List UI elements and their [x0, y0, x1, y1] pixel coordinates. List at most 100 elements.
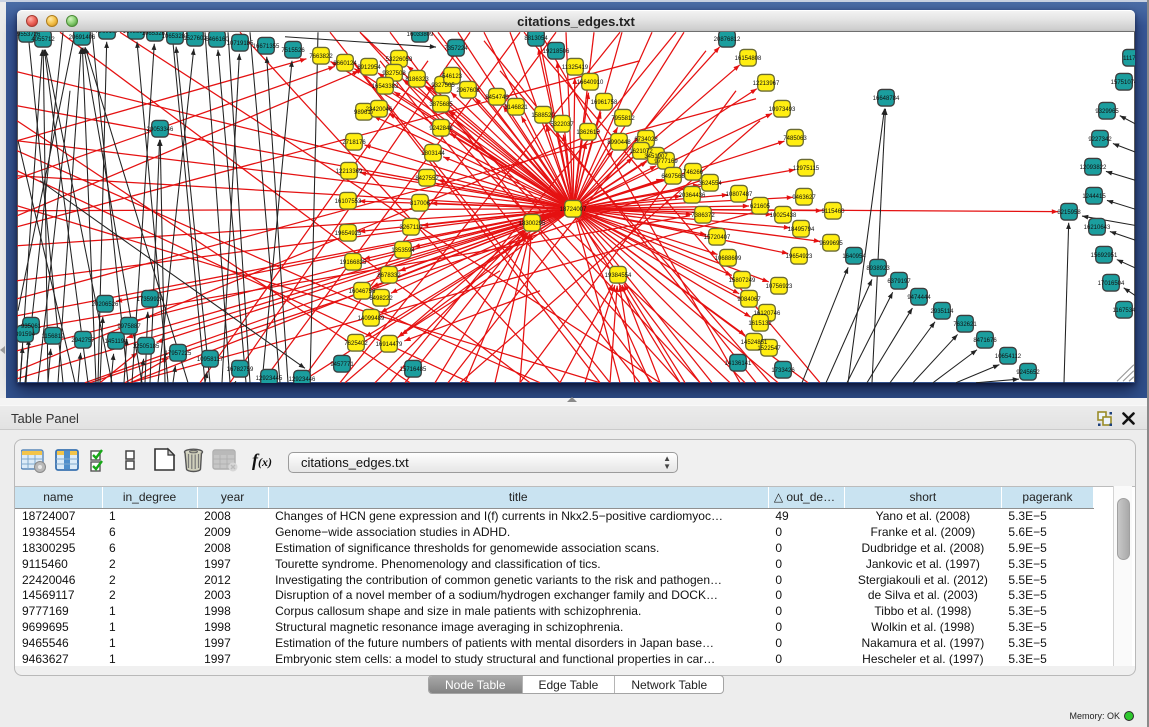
svg-text:16210643: 16210643: [1084, 224, 1111, 230]
svg-text:9329965: 9329965: [1095, 108, 1119, 114]
svg-text:8427552: 8427552: [415, 175, 439, 181]
svg-text:8454749: 8454749: [485, 94, 509, 100]
svg-text:8186323: 8186323: [405, 76, 429, 82]
svg-text:1615132: 1615132: [748, 320, 772, 326]
svg-text:53226058: 53226058: [386, 56, 413, 62]
svg-text:1353594: 1353594: [391, 247, 415, 253]
svg-text:20206526: 20206526: [92, 301, 119, 307]
svg-text:15716485: 15716485: [400, 366, 427, 372]
svg-text:2942757: 2942757: [71, 337, 95, 343]
svg-text:9699695: 9699695: [819, 240, 843, 246]
svg-text:2718176: 2718176: [342, 139, 366, 145]
svg-text:16648784: 16648784: [873, 95, 900, 101]
svg-text:317006: 317006: [410, 200, 431, 206]
svg-text:9084067: 9084067: [737, 296, 761, 302]
svg-text:2967608: 2967608: [456, 87, 480, 93]
svg-text:8678332: 8678332: [377, 272, 401, 278]
svg-text:18495794: 18495794: [788, 226, 815, 232]
svg-text:15807249: 15807249: [729, 277, 756, 283]
svg-text:10958117: 10958117: [197, 356, 224, 362]
svg-text:10688609: 10688609: [715, 255, 742, 261]
svg-text:935061: 935061: [21, 323, 42, 329]
svg-text:19384554: 19384554: [605, 272, 632, 278]
svg-text:12093822: 12093822: [1080, 164, 1107, 170]
svg-text:1527602: 1527602: [183, 35, 207, 41]
svg-text:16120746: 16120746: [754, 310, 781, 316]
svg-text:17359924: 17359924: [137, 296, 164, 302]
svg-text:(x): (x): [258, 455, 272, 469]
svg-text:6498222: 6498222: [369, 295, 393, 301]
svg-text:16107553: 16107553: [335, 198, 362, 204]
svg-text:9327508: 9327508: [382, 70, 406, 76]
svg-text:16543382: 16543382: [372, 83, 399, 89]
svg-text:20876812: 20876812: [714, 36, 741, 42]
svg-text:10807487: 10807487: [726, 191, 753, 197]
svg-text:15720407: 15720407: [704, 234, 731, 240]
svg-text:391594: 391594: [17, 331, 36, 337]
svg-text:3624554: 3624554: [698, 180, 722, 186]
svg-text:14524851: 14524851: [741, 339, 768, 345]
svg-text:7969197: 7969197: [95, 32, 119, 35]
svg-text:1362615: 1362615: [576, 129, 600, 135]
svg-text:3267110: 3267110: [400, 224, 424, 230]
svg-text:1733426: 1733426: [771, 367, 795, 373]
svg-text:6497568: 6497568: [661, 173, 685, 179]
svg-text:1156819: 1156819: [42, 333, 66, 339]
svg-text:1640954: 1640954: [842, 253, 866, 259]
svg-text:9227342: 9227342: [1088, 136, 1112, 142]
svg-text:18300295: 18300295: [519, 220, 546, 226]
svg-text:14099489: 14099489: [358, 315, 385, 321]
svg-text:16046756: 16046756: [349, 288, 376, 294]
svg-text:9975887: 9975887: [117, 323, 141, 329]
svg-text:11325419: 11325419: [562, 64, 589, 70]
svg-text:9245652: 9245652: [1016, 369, 1040, 375]
svg-text:12213967: 12213967: [753, 80, 780, 86]
svg-text:19654925: 19654925: [335, 230, 362, 236]
svg-text:8813054: 8813054: [524, 35, 548, 41]
svg-text:8660124: 8660124: [333, 60, 357, 66]
svg-text:16640910: 16640910: [577, 79, 604, 85]
svg-text:8912954: 8912954: [357, 64, 381, 70]
svg-text:10719185: 10719185: [227, 40, 254, 46]
svg-text:1522547: 1522547: [757, 345, 781, 351]
svg-text:8990448: 8990448: [607, 139, 631, 145]
svg-text:9327505: 9327505: [431, 82, 455, 88]
svg-text:8215958: 8215958: [1057, 209, 1081, 215]
svg-text:546123: 546123: [442, 73, 463, 79]
svg-text:17957225: 17957225: [165, 350, 192, 356]
svg-text:16033809: 16033809: [407, 32, 434, 38]
svg-text:1451194: 1451194: [105, 338, 129, 344]
svg-text:2935114: 2935114: [931, 308, 955, 314]
svg-text:746266: 746266: [683, 169, 704, 175]
svg-text:2803144: 2803144: [421, 150, 445, 156]
svg-text:12923446: 12923446: [289, 376, 316, 382]
svg-text:3875685: 3875685: [429, 101, 453, 107]
svg-text:7515526: 7515526: [281, 47, 305, 53]
svg-text:9457771: 9457771: [330, 361, 354, 367]
svg-text:16782759: 16782759: [227, 366, 254, 372]
svg-text:20364436: 20364436: [679, 192, 706, 198]
svg-text:12975115: 12975115: [793, 165, 820, 171]
svg-text:17016504: 17016504: [1098, 280, 1125, 286]
svg-text:4055712: 4055712: [31, 36, 55, 42]
svg-text:9777169: 9777169: [654, 158, 678, 164]
svg-text:15751074: 15751074: [1111, 79, 1135, 85]
svg-text:9474444: 9474444: [907, 294, 931, 300]
svg-text:9242848: 9242848: [429, 125, 453, 131]
svg-text:18724007: 18724007: [560, 206, 587, 212]
svg-text:12923445: 12923445: [256, 375, 283, 381]
svg-text:10025438: 10025438: [770, 212, 797, 218]
svg-text:7955812: 7955812: [611, 115, 635, 121]
svg-text:20053346: 20053346: [147, 126, 174, 132]
svg-text:7485063: 7485063: [783, 135, 807, 141]
svg-text:5322037: 5322037: [550, 121, 574, 127]
svg-text:1588520: 1588520: [531, 112, 555, 118]
svg-text:6734028: 6734028: [634, 136, 658, 142]
svg-text:14136141: 14136141: [725, 360, 752, 366]
svg-text:19166825: 19166825: [340, 259, 367, 265]
svg-text:16961758: 16961758: [591, 99, 618, 105]
svg-text:16914479: 16914479: [376, 341, 403, 347]
svg-text:16154808: 16154808: [735, 55, 762, 61]
svg-text:6466160: 6466160: [205, 36, 229, 42]
svg-text:19654923: 19654923: [786, 253, 813, 259]
